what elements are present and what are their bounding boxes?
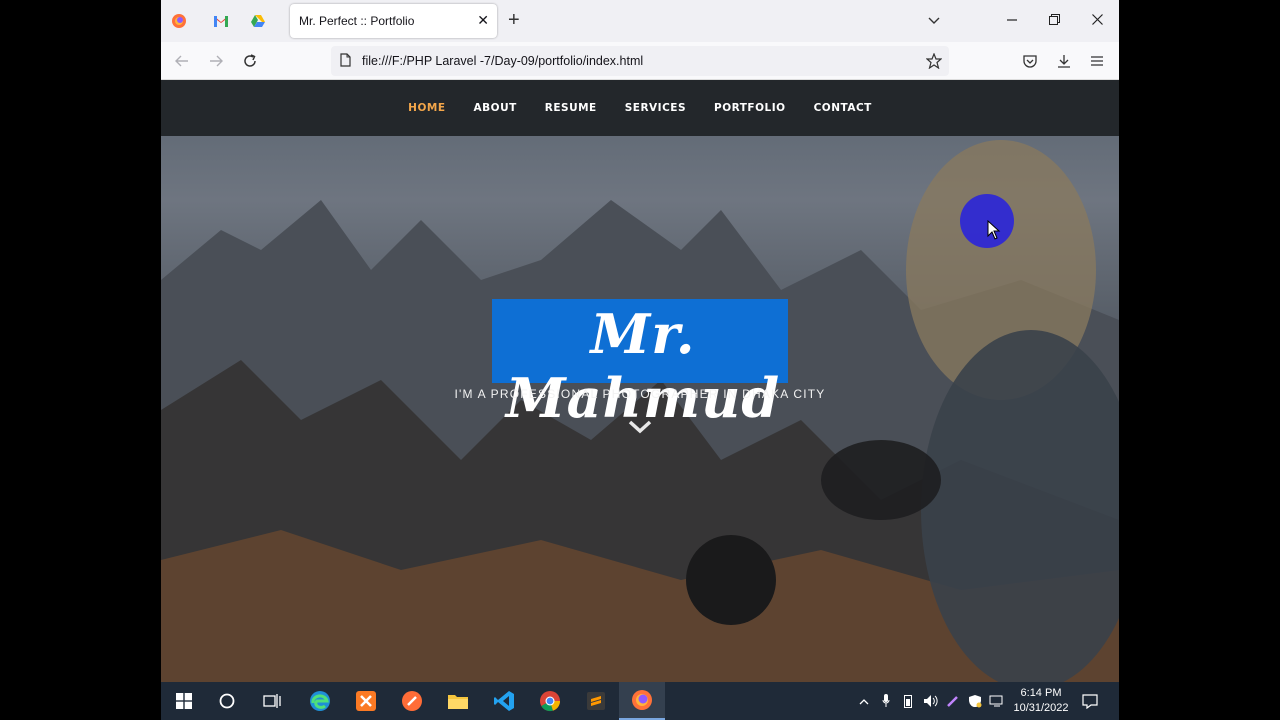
restore-icon[interactable] <box>1049 10 1060 30</box>
security-shield-icon[interactable] <box>967 692 983 710</box>
download-icon[interactable] <box>1054 51 1074 71</box>
tab-list-chevron-icon[interactable] <box>928 10 940 30</box>
task-view-icon[interactable] <box>249 682 295 720</box>
volume-icon[interactable] <box>922 692 940 710</box>
reload-icon[interactable] <box>240 51 260 71</box>
active-tab[interactable]: Mr. Perfect :: Portfolio ✕ <box>290 4 497 38</box>
xampp-icon[interactable] <box>343 682 389 720</box>
url-bar[interactable]: file:///F:/PHP Laravel -7/Day-09/portfol… <box>331 46 949 76</box>
nav-services[interactable]: SERVICES <box>625 102 686 114</box>
site-navigation: HOME ABOUT RESUME SERVICES PORTFOLIO CON… <box>161 80 1119 136</box>
hero-title: Mr. Mahmud <box>505 302 781 430</box>
start-windows-icon[interactable] <box>161 682 207 720</box>
clock-date: 10/31/2022 <box>1013 702 1069 714</box>
network-icon[interactable] <box>989 692 1005 710</box>
notification-center-icon[interactable] <box>1081 692 1099 710</box>
back-icon[interactable] <box>172 51 192 71</box>
forward-icon[interactable] <box>206 51 226 71</box>
gmail-pinned-tab-icon[interactable] <box>208 8 234 34</box>
new-tab-button[interactable]: + <box>508 9 520 31</box>
file-explorer-icon[interactable] <box>435 682 481 720</box>
nav-resume[interactable]: RESUME <box>545 102 597 114</box>
sublime-text-icon[interactable] <box>573 682 619 720</box>
drive-pinned-tab-icon[interactable] <box>245 8 271 34</box>
page-file-icon <box>340 53 351 72</box>
vscode-icon[interactable] <box>481 682 527 720</box>
menu-icon[interactable] <box>1087 51 1107 71</box>
url-text: file:///F:/PHP Laravel -7/Day-09/portfol… <box>362 54 644 68</box>
nav-portfolio[interactable]: PORTFOLIO <box>714 102 786 114</box>
screen: Mr. Perfect :: Portfolio ✕ + file:///F:/… <box>161 0 1119 720</box>
nav-about[interactable]: ABOUT <box>474 102 517 114</box>
firefox-pinned-tab-icon[interactable] <box>166 8 192 34</box>
microphone-icon[interactable] <box>879 692 893 710</box>
tab-close-icon[interactable]: ✕ <box>477 12 489 28</box>
nav-contact[interactable]: CONTACT <box>814 102 872 114</box>
bookmark-star-icon[interactable] <box>925 52 943 74</box>
system-clock[interactable]: 6:14 PM 10/31/2022 <box>1011 686 1071 716</box>
nav-toolbar: file:///F:/PHP Laravel -7/Day-09/portfol… <box>161 42 1119 80</box>
search-cortana-icon[interactable] <box>204 682 250 720</box>
scroll-down-chevron-icon[interactable] <box>627 417 653 437</box>
windows-taskbar: 6:14 PM 10/31/2022 <box>161 682 1119 720</box>
firefox-taskbar-icon[interactable] <box>619 682 665 720</box>
tab-strip: Mr. Perfect :: Portfolio ✕ + <box>161 0 1119 42</box>
edge-icon[interactable] <box>297 682 343 720</box>
minimize-icon[interactable] <box>1007 10 1017 30</box>
clock-time: 6:14 PM <box>1020 687 1062 699</box>
mouse-cursor-icon <box>987 220 1001 240</box>
battery-icon[interactable] <box>901 692 915 710</box>
close-window-icon[interactable] <box>1092 10 1103 30</box>
hero-subtitle: I'M A PROFESSIONAL PHOTOGRAPHER IN DHAKA… <box>454 387 826 401</box>
chrome-icon[interactable] <box>527 682 573 720</box>
tab-title: Mr. Perfect :: Portfolio <box>299 14 415 28</box>
nav-home[interactable]: HOME <box>408 102 445 114</box>
show-hidden-icons-chevron-icon[interactable] <box>857 692 871 710</box>
postman-icon[interactable] <box>389 682 435 720</box>
pen-icon[interactable] <box>945 692 961 710</box>
web-page: HOME ABOUT RESUME SERVICES PORTFOLIO CON… <box>161 80 1119 682</box>
pocket-icon[interactable] <box>1020 51 1040 71</box>
